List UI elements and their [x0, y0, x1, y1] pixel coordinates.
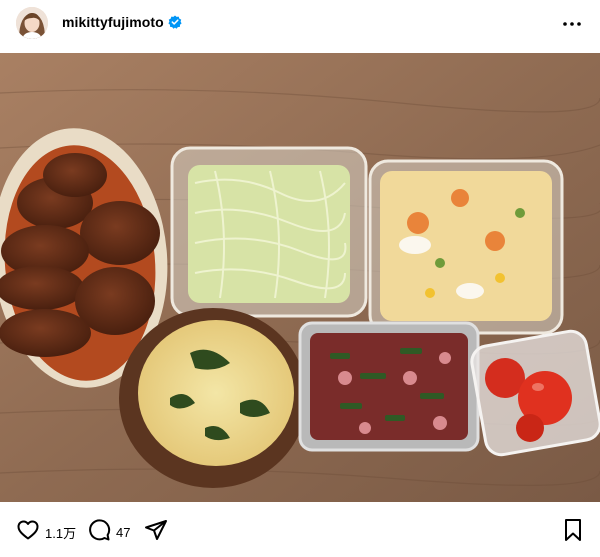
verified-badge-icon	[168, 15, 182, 29]
heart-icon[interactable]	[16, 518, 40, 547]
bookmark-icon[interactable]	[562, 518, 584, 547]
like-count: 1.1万	[45, 525, 77, 541]
avatar[interactable]	[16, 7, 48, 39]
like-button[interactable]: 1.1万	[16, 520, 76, 544]
comment-bubble-icon[interactable]	[87, 518, 111, 547]
post-image[interactable]	[0, 53, 600, 502]
egg-soup-bowl	[119, 308, 307, 488]
more-options-icon[interactable]	[560, 12, 584, 36]
paper-plane-icon[interactable]	[144, 518, 168, 547]
food-photo	[0, 53, 600, 502]
share-button[interactable]	[144, 518, 168, 547]
post-header: mikittyfujimoto	[0, 0, 600, 46]
potato-salad-container	[368, 159, 564, 335]
username[interactable]: mikittyfujimoto	[62, 14, 182, 30]
octopus-salad-tray	[298, 321, 480, 452]
cherry-tomato-container	[470, 329, 600, 457]
username-text[interactable]: mikittyfujimoto	[62, 14, 164, 30]
save-button[interactable]	[562, 518, 584, 547]
cabbage-salad-container	[170, 146, 368, 318]
post-action-bar: 1.1万 47	[0, 510, 600, 554]
comment-count: 47	[116, 524, 131, 540]
comment-button[interactable]: 47	[87, 518, 131, 547]
